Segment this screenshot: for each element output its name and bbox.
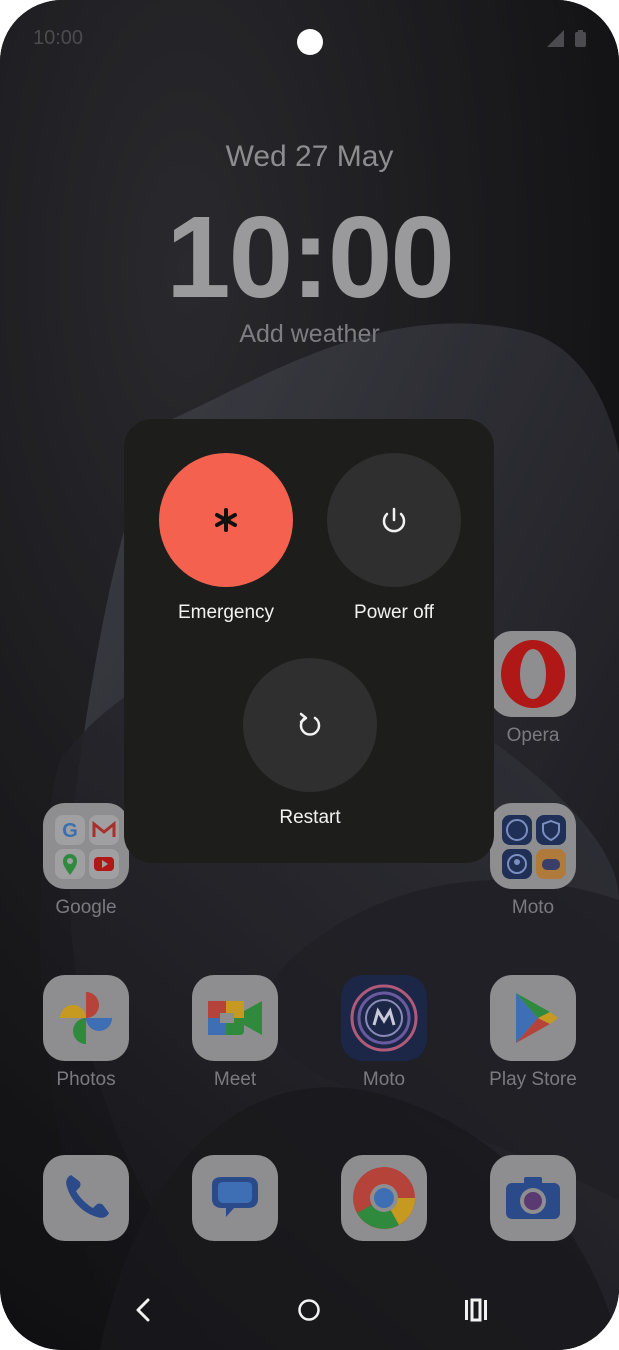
opera-icon xyxy=(490,631,576,717)
app-label: Moto xyxy=(362,1069,406,1090)
gamepad-icon xyxy=(536,849,566,879)
restart-button[interactable] xyxy=(243,658,377,792)
meet-icon xyxy=(192,975,278,1061)
app-messages[interactable] xyxy=(192,1155,278,1241)
moto-app-icon xyxy=(502,815,532,845)
google-folder-icon: G xyxy=(43,803,129,889)
power-off-button[interactable] xyxy=(327,453,461,587)
folder-label: Moto xyxy=(511,897,555,918)
power-off-label: Power off xyxy=(354,602,434,623)
folder-google[interactable]: G Google xyxy=(43,803,129,919)
maps-icon xyxy=(55,849,85,879)
app-opera[interactable]: Opera xyxy=(490,631,576,747)
back-icon[interactable] xyxy=(132,1298,154,1322)
home-icon[interactable] xyxy=(297,1298,321,1322)
google-icon: G xyxy=(55,815,85,845)
lock-date: Wed 27 May xyxy=(225,140,394,173)
phone-screen: 10:00 Wed 27 May 10:00 Add weather Opera… xyxy=(0,0,619,1350)
photos-icon xyxy=(43,975,129,1061)
app-phone[interactable] xyxy=(43,1155,129,1241)
camera-icon xyxy=(490,1155,576,1241)
emergency-button[interactable] xyxy=(159,453,293,587)
moto-icon xyxy=(341,975,427,1061)
app-label: Meet xyxy=(213,1069,257,1090)
power-menu: Emergency Power off Restart xyxy=(124,419,494,863)
gmail-icon xyxy=(89,815,119,845)
add-weather[interactable]: Add weather xyxy=(0,320,619,349)
asterisk-icon xyxy=(215,508,237,532)
youtube-icon xyxy=(89,849,119,879)
restart-label: Restart xyxy=(279,807,341,828)
signal-battery-icon xyxy=(547,30,586,47)
app-chrome[interactable] xyxy=(341,1155,427,1241)
moto-secure-icon xyxy=(502,849,532,879)
lock-clock: 10:00 xyxy=(166,192,455,322)
folder-moto[interactable]: Moto xyxy=(490,803,576,919)
play-store-icon xyxy=(490,975,576,1061)
phone-icon xyxy=(43,1155,129,1241)
messages-icon xyxy=(192,1155,278,1241)
status-time: 10:00 xyxy=(33,27,84,49)
restart-icon xyxy=(299,712,321,736)
app-label: Play Store xyxy=(489,1069,577,1090)
app-label: Photos xyxy=(56,1069,116,1090)
recents-icon[interactable] xyxy=(464,1298,488,1322)
app-camera[interactable] xyxy=(490,1155,576,1241)
moto-folder-icon xyxy=(490,803,576,889)
power-icon xyxy=(382,507,406,533)
app-meet[interactable]: Meet xyxy=(192,975,278,1091)
folder-label: Google xyxy=(55,897,117,918)
svg-text:G: G xyxy=(62,820,78,842)
shield-icon xyxy=(536,815,566,845)
app-photos[interactable]: Photos xyxy=(43,975,129,1091)
app-play-store[interactable]: Play Store xyxy=(489,975,577,1091)
front-camera xyxy=(297,29,323,55)
app-moto[interactable]: Moto xyxy=(341,975,427,1091)
emergency-label: Emergency xyxy=(177,602,275,623)
chrome-icon xyxy=(341,1155,427,1241)
